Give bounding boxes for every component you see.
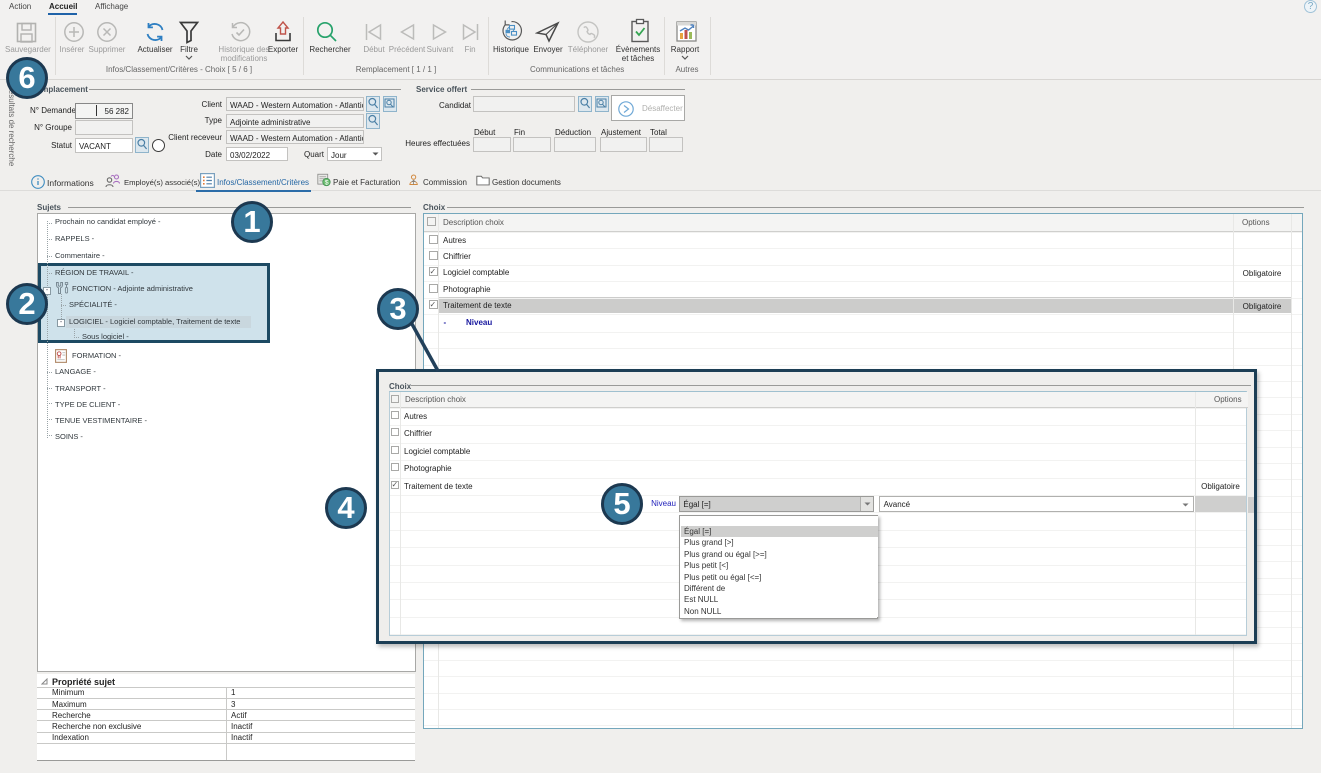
svg-text:$: $ xyxy=(325,179,329,186)
